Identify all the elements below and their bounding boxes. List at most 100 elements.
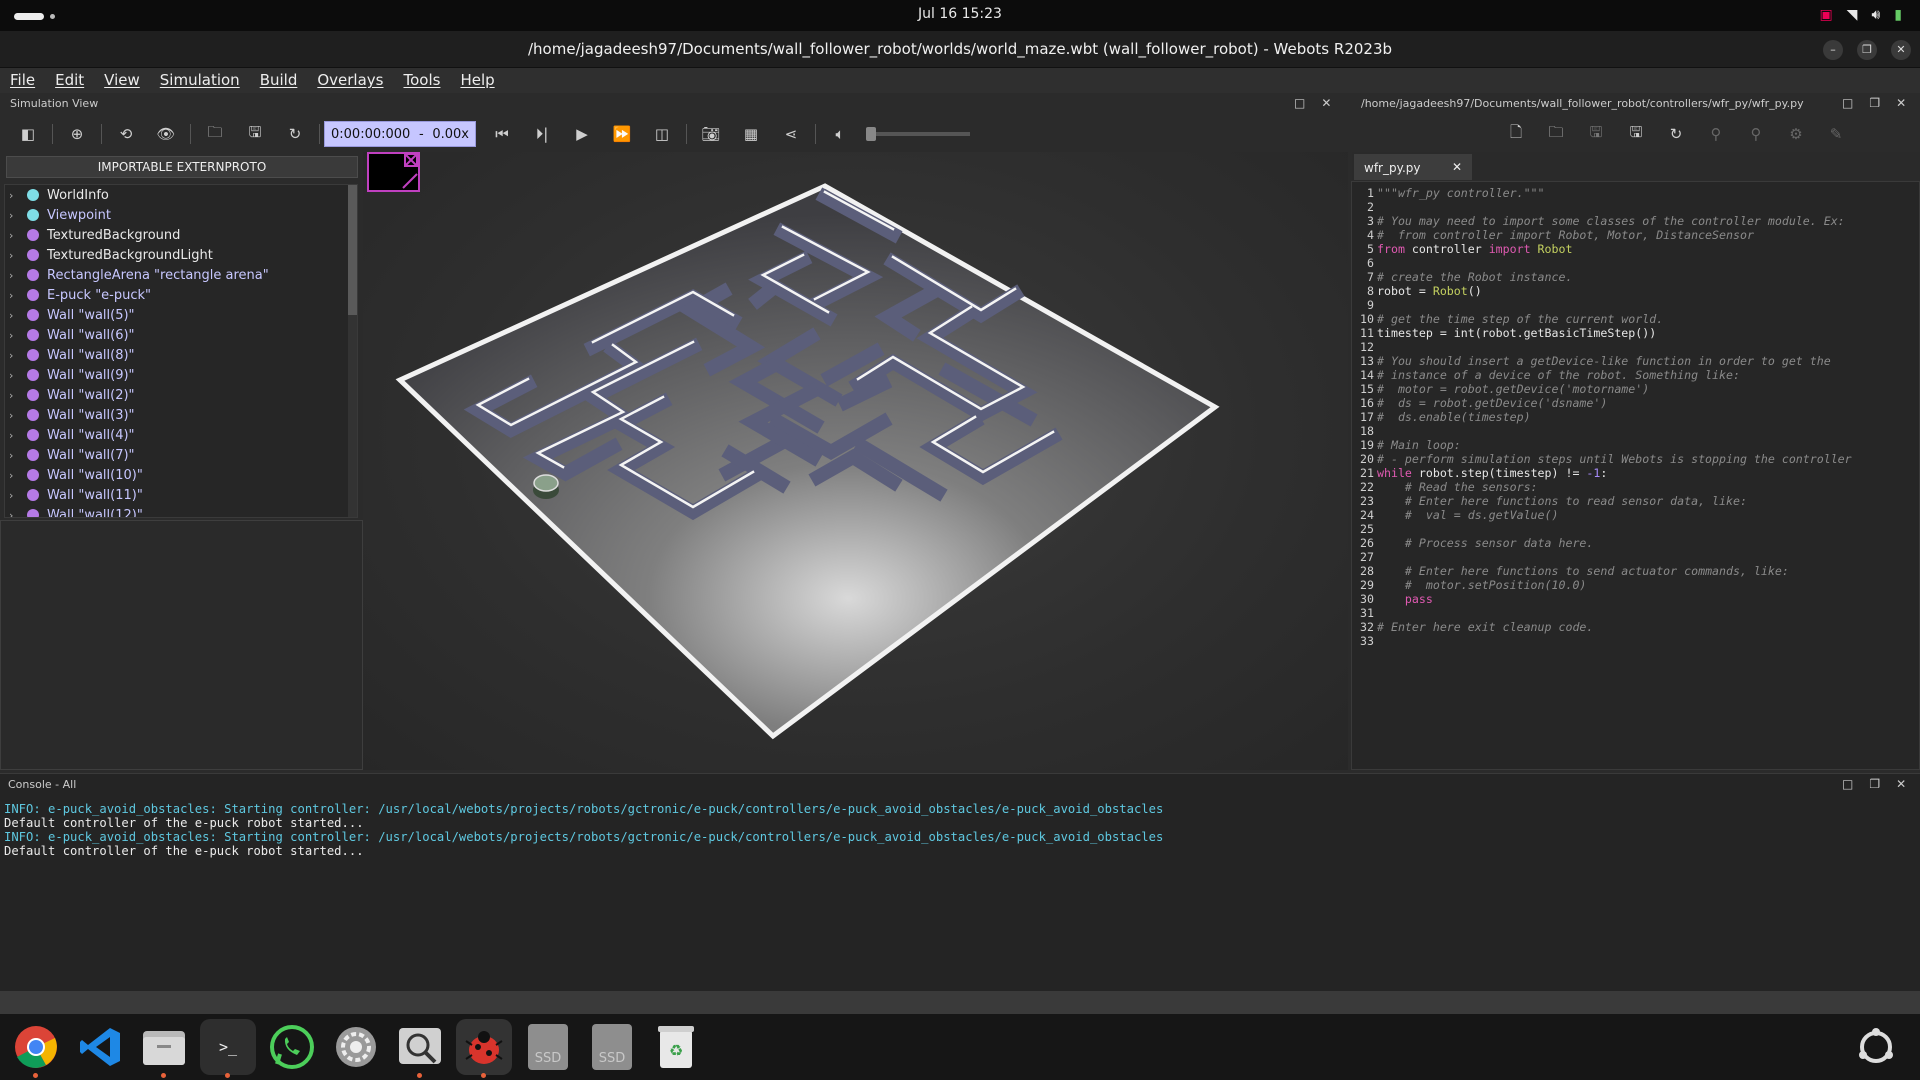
code-line[interactable] [1377, 634, 1852, 648]
close-dock-icon[interactable]: ✕ [1321, 96, 1331, 110]
image-viewer-icon[interactable] [392, 1019, 448, 1078]
screenshot-icon[interactable]: 📷︎ [699, 122, 723, 146]
expand-chevron-icon[interactable]: › [9, 429, 23, 442]
menu-edit[interactable]: Edit [45, 68, 94, 93]
terminal-icon[interactable]: >_ [200, 1019, 256, 1078]
expand-chevron-icon[interactable]: › [9, 469, 23, 482]
settings-icon[interactable] [328, 1019, 384, 1075]
expand-chevron-icon[interactable]: › [9, 249, 23, 262]
code-line[interactable]: # Enter here functions to read sensor da… [1377, 494, 1852, 508]
scene-tree-node[interactable]: › Wall "wall(6)" [5, 325, 357, 345]
open-world-icon[interactable]: 🗀 [203, 122, 227, 146]
code-text[interactable]: """wfr_py controller.""" # You may need t… [1377, 186, 1852, 648]
battery-icon[interactable]: ▮ [1894, 7, 1902, 23]
menu-tools[interactable]: Tools [393, 68, 450, 93]
expand-chevron-icon[interactable]: › [9, 509, 23, 518]
scene-tree-scrollbar[interactable] [348, 185, 357, 517]
close-window-button[interactable]: ✕ [1891, 40, 1911, 60]
robot-camera-overlay[interactable] [367, 152, 420, 192]
menu-overlays[interactable]: Overlays [307, 68, 393, 93]
menu-view[interactable]: View [94, 68, 150, 93]
importable-externproto-button[interactable]: IMPORTABLE EXTERNPROTO [6, 156, 358, 178]
code-line[interactable]: """wfr_py controller.""" [1377, 186, 1852, 200]
expand-chevron-icon[interactable]: › [9, 489, 23, 502]
float-dock-icon[interactable]: □ [1842, 96, 1853, 110]
scene-tree-node[interactable]: › Wall "wall(7)" [5, 445, 357, 465]
expand-chevron-icon[interactable]: › [9, 309, 23, 322]
view-eye-icon[interactable]: 👁︎ [154, 122, 178, 146]
tab-wfr-py[interactable]: wfr_py.py ✕ [1354, 154, 1472, 180]
record-movie-icon[interactable]: ▦ [739, 122, 763, 146]
expand-chevron-icon[interactable]: › [9, 449, 23, 462]
code-line[interactable]: # get the time step of the current world… [1377, 312, 1852, 326]
expand-chevron-icon[interactable]: › [9, 409, 23, 422]
restore-dock-icon[interactable]: ❐ [1869, 96, 1880, 110]
code-line[interactable]: # Read the sensors: [1377, 480, 1852, 494]
code-line[interactable]: # create the Robot instance. [1377, 270, 1852, 284]
reset-viewpoint-icon[interactable]: ⟲ [114, 122, 138, 146]
code-line[interactable]: # Process sensor data here. [1377, 536, 1852, 550]
code-line[interactable]: # You may need to import some classes of… [1377, 214, 1852, 228]
open-file-icon[interactable]: 🗀 [1544, 122, 1568, 146]
code-line[interactable] [1377, 298, 1852, 312]
scene-tree-node[interactable]: › Wall "wall(10)" [5, 465, 357, 485]
save-file-icon[interactable]: 🖫 [1584, 122, 1608, 146]
reload-world-icon[interactable]: ↻ [283, 122, 307, 146]
save-all-icon[interactable]: 🖫 [1624, 122, 1648, 146]
code-line[interactable] [1377, 256, 1852, 270]
toggle-scene-tree-icon[interactable]: ◧ [16, 122, 40, 146]
scene-tree-node[interactable]: › Wall "wall(11)" [5, 485, 357, 505]
code-line[interactable]: timestep = int(robot.getBasicTimeStep()) [1377, 326, 1852, 340]
webots-icon[interactable] [456, 1019, 512, 1078]
code-line[interactable]: # Enter here exit cleanup code. [1377, 620, 1852, 634]
expand-chevron-icon[interactable]: › [9, 269, 23, 282]
code-line[interactable]: # motor = robot.getDevice('motorname') [1377, 382, 1852, 396]
3d-simulation-view[interactable] [363, 152, 1348, 770]
rendering-toggle-icon[interactable]: ◫ [650, 122, 674, 146]
expand-chevron-icon[interactable]: › [9, 329, 23, 342]
float-dock-icon[interactable]: □ [1294, 96, 1305, 110]
expand-chevron-icon[interactable]: › [9, 349, 23, 362]
code-line[interactable]: # from controller import Robot, Motor, D… [1377, 228, 1852, 242]
files-icon[interactable] [136, 1019, 192, 1078]
wifi-icon[interactable]: ◥ [1847, 7, 1858, 23]
scene-tree-node[interactable]: › TexturedBackgroundLight [5, 245, 357, 265]
scene-tree-node[interactable]: › WorldInfo [5, 185, 357, 205]
clock[interactable]: Jul 16 15:23 [0, 6, 1920, 22]
code-line[interactable]: from controller import Robot [1377, 242, 1852, 256]
code-editor[interactable]: 1 2 3 4 5 6 7 8 9 10 11 12 13 14 15 16 17 18 19 20 21 22 23 24 2… [1351, 181, 1920, 770]
code-line[interactable]: # val = ds.getValue() [1377, 508, 1852, 522]
scene-tree-node[interactable]: › Wall "wall(9)" [5, 365, 357, 385]
fast-forward-icon[interactable]: ⏩ [610, 122, 634, 146]
code-line[interactable]: # You should insert a getDevice-like fun… [1377, 354, 1852, 368]
trash-icon[interactable]: ♻ [648, 1019, 704, 1075]
play-icon[interactable]: ▶ [570, 122, 594, 146]
epuck-robot[interactable] [533, 474, 559, 499]
code-line[interactable]: # motor.setPosition(10.0) [1377, 578, 1852, 592]
share-icon[interactable]: ⋖ [779, 122, 803, 146]
code-line[interactable]: # ds = robot.getDevice('dsname') [1377, 396, 1852, 410]
minimize-button[interactable]: – [1823, 40, 1843, 60]
maximize-button[interactable]: ❐ [1857, 40, 1877, 60]
float-dock-icon[interactable]: □ [1842, 777, 1853, 791]
step-icon[interactable]: ⏵| [530, 122, 554, 146]
scene-tree-node[interactable]: › Wall "wall(4)" [5, 425, 357, 445]
notification-icon[interactable]: ▣ [1819, 7, 1832, 23]
scene-tree-node[interactable]: › Wall "wall(8)" [5, 345, 357, 365]
code-line[interactable]: while robot.step(timestep) != -1: [1377, 466, 1852, 480]
code-line[interactable]: robot = Robot() [1377, 284, 1852, 298]
reset-simulation-icon[interactable]: ⏮ [490, 122, 514, 146]
menu-build[interactable]: Build [250, 68, 308, 93]
scene-tree-node[interactable]: › Wall "wall(3)" [5, 405, 357, 425]
code-line[interactable]: # Enter here functions to send actuator … [1377, 564, 1852, 578]
find-icon[interactable]: ⚲ [1704, 122, 1728, 146]
scene-tree-node[interactable]: › RectangleArena "rectangle arena" [5, 265, 357, 285]
mute-icon[interactable]: 🔈︎ [828, 122, 852, 146]
scene-tree-node[interactable]: › Wall "wall(2)" [5, 385, 357, 405]
replace-icon[interactable]: ⚲ [1744, 122, 1768, 146]
vscode-icon[interactable] [72, 1019, 128, 1075]
scene-tree-node[interactable]: › Wall "wall(5)" [5, 305, 357, 325]
ssd-drive-icon[interactable]: SSD [584, 1019, 640, 1075]
system-tray[interactable]: ▣ ◥ 🔊︎ ▮ [1819, 7, 1902, 23]
build-settings-icon[interactable]: ⚙ [1784, 122, 1808, 146]
